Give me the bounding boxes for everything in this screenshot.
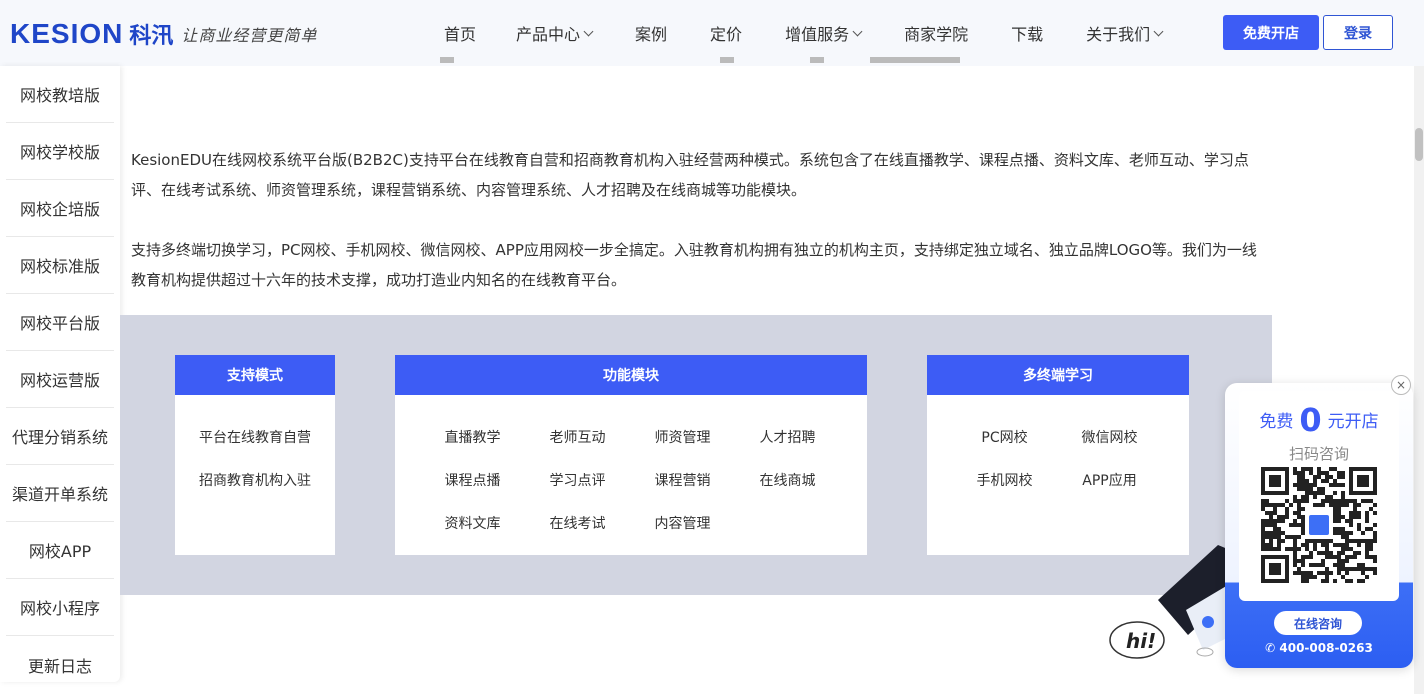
feature-item: 人才招聘 <box>759 429 816 446</box>
phone-text: 400-008-0263 <box>1279 641 1373 655</box>
title-pre: 免费 <box>1259 412 1294 432</box>
nav-item-7[interactable]: 关于我们 <box>1086 21 1164 45</box>
online-consult-button[interactable]: 在线咨询 <box>1274 611 1362 635</box>
phone-number: ✆ 400-008-0263 <box>1225 641 1413 655</box>
chevron-down-icon <box>1153 26 1164 36</box>
free-store-float-card: 免费 0 元开店 扫码咨询 在线咨询 ✆ 400-008-0263 <box>1225 383 1413 668</box>
scrollbar-thumb[interactable] <box>1415 128 1423 161</box>
nav-item-3[interactable]: 定价 <box>710 21 742 45</box>
logo[interactable]: KESION 科汛 让商业经营更简单 <box>10 18 317 50</box>
description-paragraph-1: KesionEDU在线网校系统平台版(B2B2C)支持平台在线教育自营和招商教育… <box>131 151 1249 199</box>
phone-icon: ✆ <box>1265 641 1280 655</box>
box-title: 支持模式 <box>175 355 335 395</box>
sidebar-item-3[interactable]: 网校标准版 <box>6 237 114 294</box>
qr-code-icon <box>1261 467 1377 583</box>
nav-item-label: 案例 <box>635 25 668 44</box>
box-title: 功能模块 <box>395 355 867 395</box>
box-items: PC网校 微信网校手机网校 APP应用 <box>927 395 1189 501</box>
float-card-title: 免费 0 元开店 <box>1239 401 1399 439</box>
platform-description: KesionEDU在线网校系统平台版(B2B2C)支持平台在线教育自营和招商教育… <box>131 145 1271 325</box>
free-open-store-button[interactable]: 免费开店 <box>1223 15 1319 50</box>
sidebar-item-5[interactable]: 网校运营版 <box>6 351 114 408</box>
login-button[interactable]: 登录 <box>1323 15 1393 50</box>
feature-item: 资料文库 <box>444 515 501 532</box>
nav-item-label: 商家学院 <box>904 25 969 44</box>
box-items: 平台在线教育自营 招商教育机构入驻 <box>175 395 335 501</box>
feature-item: 课程营销 <box>654 472 711 489</box>
feature-item: 内容管理 <box>654 515 711 532</box>
feature-item: 手机网校 <box>976 472 1033 489</box>
feature-item: 在线商城 <box>759 472 816 489</box>
feature-item: 课程点播 <box>444 472 501 489</box>
clipped-previous-text <box>440 56 980 70</box>
feature-item: APP应用 <box>1082 472 1137 489</box>
chevron-down-icon <box>852 26 863 36</box>
page-scrollbar[interactable] <box>1414 66 1424 694</box>
sidebar-item-7[interactable]: 渠道开单系统 <box>6 465 114 522</box>
box-function-modules: 功能模块 直播教学 老师互动 师资管理 人才招聘课程点播 学习点评 课程营销 在线商城资料文… <box>395 355 867 555</box>
box-items: 直播教学 老师互动 师资管理 人才招聘课程点播 学习点评 课程营销 在线商城资料文库 在线考试… <box>395 395 867 544</box>
product-sidebar: 网校教培版 网校学校版 网校企培版 网校标准版 网校平台版 网校运营版 代理分销系统 渠道开单… <box>0 66 120 682</box>
title-post: 元开店 <box>1327 412 1379 432</box>
box-title: 多终端学习 <box>927 355 1189 395</box>
feature-item: 招商教育机构入驻 <box>199 472 311 489</box>
nav-item-label: 增值服务 <box>785 25 850 44</box>
feature-item: 微信网校 <box>1081 429 1138 446</box>
nav-item-1[interactable]: 产品中心 <box>516 21 594 45</box>
sidebar-item-4[interactable]: 网校平台版 <box>6 294 114 351</box>
mascot-hi-text: hi! <box>1126 629 1156 653</box>
nav-item-label: 首页 <box>444 25 477 44</box>
float-card-subtitle: 扫码咨询 <box>1288 445 1349 463</box>
nav-item-6[interactable]: 下载 <box>1011 21 1043 45</box>
sidebar-item-6[interactable]: 代理分销系统 <box>6 408 114 465</box>
close-icon[interactable]: × <box>1391 375 1411 395</box>
nav-item-4[interactable]: 增值服务 <box>785 21 863 45</box>
sidebar-item-8[interactable]: 网校APP <box>6 522 114 579</box>
feature-panel: 支持模式 平台在线教育自营 招商教育机构入驻 功能模块 直播教学 老师互动 师资管理 人… <box>120 315 1272 595</box>
feature-item: 师资管理 <box>654 429 711 446</box>
nav-item-2[interactable]: 案例 <box>635 21 667 45</box>
description-paragraph-2: 支持多终端切换学习，PC网校、手机网校、微信网校、APP应用网校一步全搞定。入驻… <box>131 241 1257 289</box>
logo-cn: 科汛 <box>129 24 174 49</box>
nav-item-label: 下载 <box>1011 25 1044 44</box>
nav-item-5[interactable]: 商家学院 <box>904 21 968 45</box>
nav-item-label: 产品中心 <box>516 25 581 44</box>
logo-slogan: 让商业经营更简单 <box>181 26 318 45</box>
sidebar-item-9[interactable]: 网校小程序 <box>6 579 114 636</box>
clipped-text-fragment <box>440 57 960 63</box>
chevron-down-icon <box>583 26 594 36</box>
nav-item-0[interactable]: 首页 <box>444 21 476 45</box>
feature-item: 在线考试 <box>549 515 606 532</box>
feature-item: PC网校 <box>981 429 1028 446</box>
nav-item-label: 关于我们 <box>1086 25 1151 44</box>
feature-item: 老师互动 <box>549 429 606 446</box>
mascot-graduate-icon: hi! <box>1109 545 1233 659</box>
box-support-mode: 支持模式 平台在线教育自营 招商教育机构入驻 <box>175 355 335 555</box>
logo-en: KESION <box>10 18 124 49</box>
sidebar-item-2[interactable]: 网校企培版 <box>6 180 114 237</box>
box-multi-terminal: 多终端学习 PC网校 微信网校手机网校 APP应用 <box>927 355 1189 555</box>
feature-item: 直播教学 <box>444 429 501 446</box>
sidebar-item-0[interactable]: 网校教培版 <box>6 66 114 123</box>
feature-item: 学习点评 <box>549 472 606 489</box>
feature-item: 平台在线教育自营 <box>199 429 311 446</box>
title-zero: 0 <box>1299 401 1322 439</box>
nav-item-label: 定价 <box>710 25 743 44</box>
sidebar-item-10[interactable]: 更新日志 <box>6 636 114 693</box>
float-card-inner: 免费 0 元开店 扫码咨询 <box>1239 391 1399 601</box>
sidebar-item-1[interactable]: 网校学校版 <box>6 123 114 180</box>
